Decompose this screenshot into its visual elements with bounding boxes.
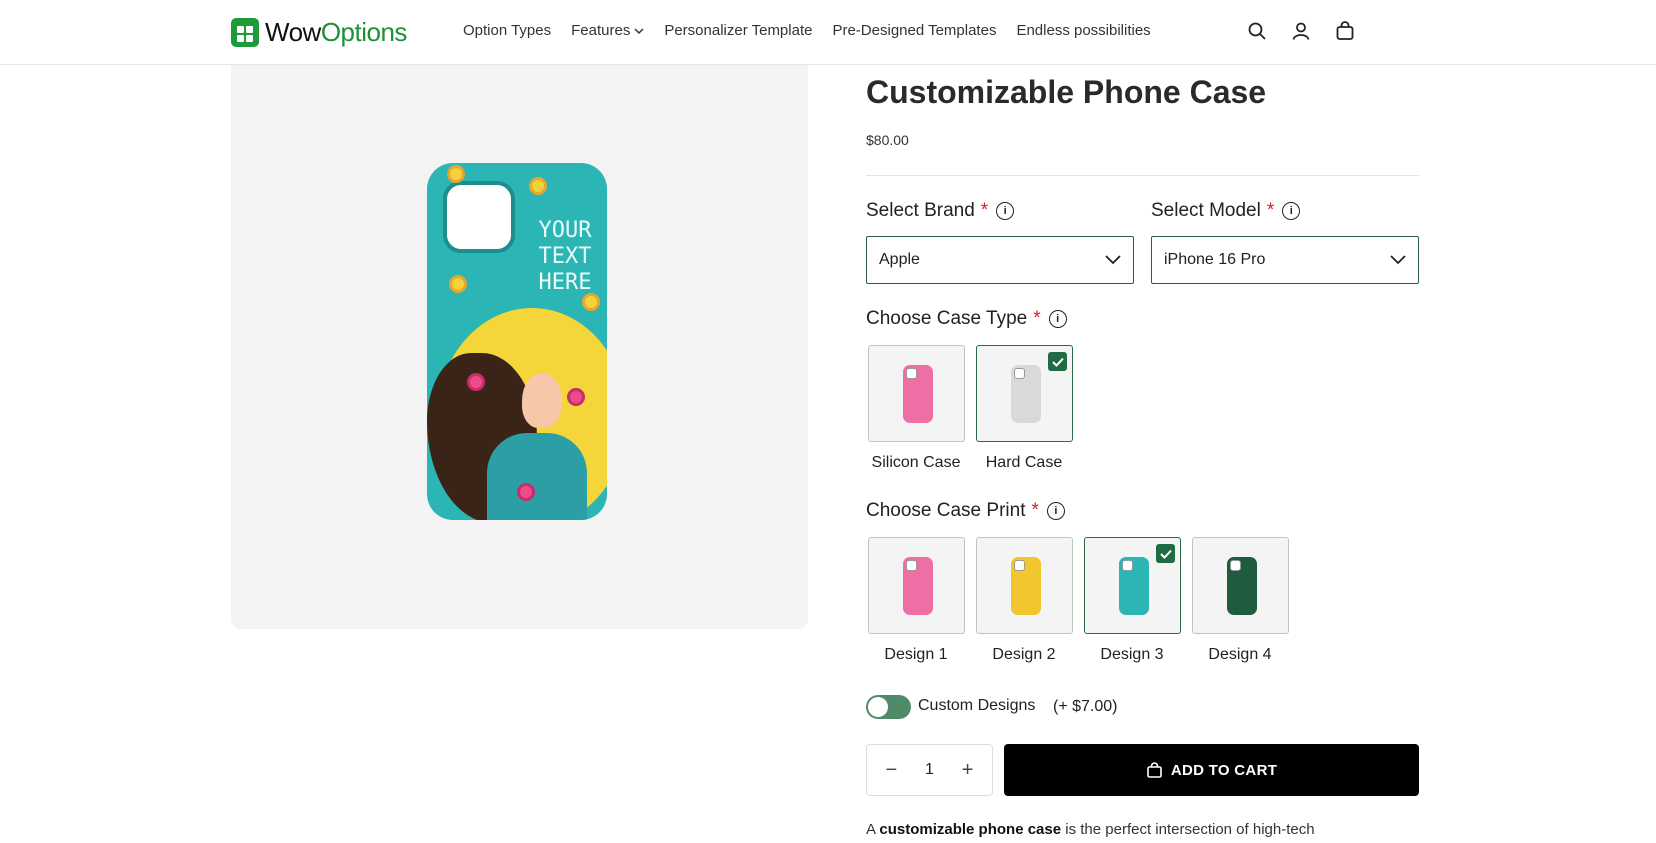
header-icons [1246, 20, 1356, 42]
camera-cutout [906, 560, 917, 571]
flower-icon [517, 483, 535, 501]
nav-pre-designed-templates[interactable]: Pre-Designed Templates [832, 22, 996, 39]
model-select-value: iPhone 16 Pro [1164, 251, 1266, 268]
custom-designs-price: (+ $7.00) [1053, 698, 1118, 715]
case-type-caption: Silicon Case [871, 454, 961, 471]
case-type-caption: Hard Case [985, 454, 1063, 471]
check-icon [1048, 352, 1067, 371]
nav-features[interactable]: Features [571, 22, 644, 39]
info-icon[interactable]: i [1282, 202, 1301, 220]
plus-icon[interactable]: + [953, 759, 983, 782]
case-type-label: Choose Case Type * i [866, 308, 1067, 330]
case-type-option[interactable] [868, 345, 965, 442]
nav-option-types[interactable]: Option Types [463, 22, 551, 39]
custom-designs-toggle[interactable] [866, 695, 911, 719]
required-mark: * [1266, 200, 1275, 221]
flower-icon [567, 388, 585, 406]
model-label: Select Model * i [1151, 200, 1301, 222]
quantity-stepper: − 1 + [866, 744, 993, 796]
flower-icon [529, 177, 547, 195]
swatch-thumbnail [1011, 365, 1041, 423]
case-type-option[interactable] [976, 345, 1073, 442]
flower-icon [467, 373, 485, 391]
site-header: WowOptions Option Types Features Persona… [0, 0, 1656, 65]
product-image: YOUR TEXT HERE [427, 163, 607, 520]
logo[interactable]: WowOptions [231, 17, 407, 48]
product-title: Customizable Phone Case [866, 74, 1267, 110]
nav-features-label: Features [571, 22, 631, 39]
brand-select[interactable]: Apple [866, 236, 1134, 284]
camera-cutout [443, 181, 515, 253]
nav-personalizer-template[interactable]: Personalizer Template [664, 22, 812, 39]
product-description: A customizable phone case is the perfect… [866, 821, 1315, 838]
chevron-down-icon [634, 27, 644, 34]
case-print-caption: Design 4 [1208, 646, 1272, 663]
required-mark: * [980, 200, 989, 221]
swatch-thumbnail [903, 365, 933, 423]
case-print-option[interactable] [1084, 537, 1181, 634]
swatch-thumbnail [903, 557, 933, 615]
minus-icon[interactable]: − [876, 759, 906, 782]
case-print-caption: Design 2 [992, 646, 1056, 663]
required-mark: * [1031, 500, 1039, 521]
search-icon[interactable] [1246, 20, 1268, 42]
account-icon[interactable] [1290, 20, 1312, 42]
cart-bag-icon [1147, 761, 1162, 778]
logo-icon [231, 18, 259, 47]
flower-icon [582, 293, 600, 311]
brand-label-text: Select Brand [866, 200, 975, 221]
description-pre: A [866, 821, 880, 838]
phone-text: YOUR TEXT HERE [538, 218, 592, 295]
model-select[interactable]: iPhone 16 Pro [1151, 236, 1419, 284]
case-print-label-text: Choose Case Print [866, 500, 1026, 521]
add-to-cart-button[interactable]: ADD TO CART [1004, 744, 1419, 796]
body-shape [487, 433, 587, 520]
case-print-option[interactable] [976, 537, 1073, 634]
case-print-label: Choose Case Print * i [866, 500, 1065, 522]
main-nav: Option Types Features Personalizer Templ… [463, 22, 1151, 39]
face-shape [522, 373, 562, 428]
swatch-thumbnail [1119, 557, 1149, 615]
model-label-text: Select Model [1151, 200, 1261, 221]
flower-icon [449, 275, 467, 293]
description-post: is the perfect intersection of high-tech [1061, 821, 1315, 838]
toggle-knob [868, 697, 888, 717]
custom-designs-label: Custom Designs [918, 697, 1036, 714]
quantity-value[interactable]: 1 [925, 761, 934, 779]
chevron-down-icon [1390, 255, 1406, 265]
divider [866, 175, 1419, 176]
case-print-caption: Design 3 [1100, 646, 1164, 663]
camera-cutout [1230, 560, 1241, 571]
brand-select-value: Apple [879, 251, 920, 268]
case-print-option[interactable] [1192, 537, 1289, 634]
cart-bag-icon[interactable] [1334, 20, 1356, 42]
product-price: $80.00 [866, 132, 909, 148]
swatch-thumbnail [1227, 557, 1257, 615]
info-icon[interactable]: i [1048, 310, 1067, 328]
case-type-label-text: Choose Case Type [866, 308, 1028, 329]
check-icon [1156, 544, 1175, 563]
flower-icon [447, 165, 465, 183]
camera-cutout [1122, 560, 1133, 571]
chevron-down-icon [1105, 255, 1121, 265]
brand-label: Select Brand * i [866, 200, 1015, 222]
camera-cutout [906, 368, 917, 379]
case-print-option[interactable] [868, 537, 965, 634]
info-icon[interactable]: i [996, 202, 1015, 220]
info-icon[interactable]: i [1046, 502, 1065, 520]
camera-cutout [1014, 368, 1025, 379]
add-to-cart-label: ADD TO CART [1170, 761, 1278, 779]
camera-cutout [1014, 560, 1025, 571]
logo-text: WowOptions [265, 17, 407, 47]
nav-endless-possibilities[interactable]: Endless possibilities [1016, 22, 1150, 39]
swatch-thumbnail [1011, 557, 1041, 615]
required-mark: * [1033, 308, 1041, 329]
case-print-caption: Design 1 [884, 646, 948, 663]
description-bold: customizable phone case [879, 821, 1062, 838]
